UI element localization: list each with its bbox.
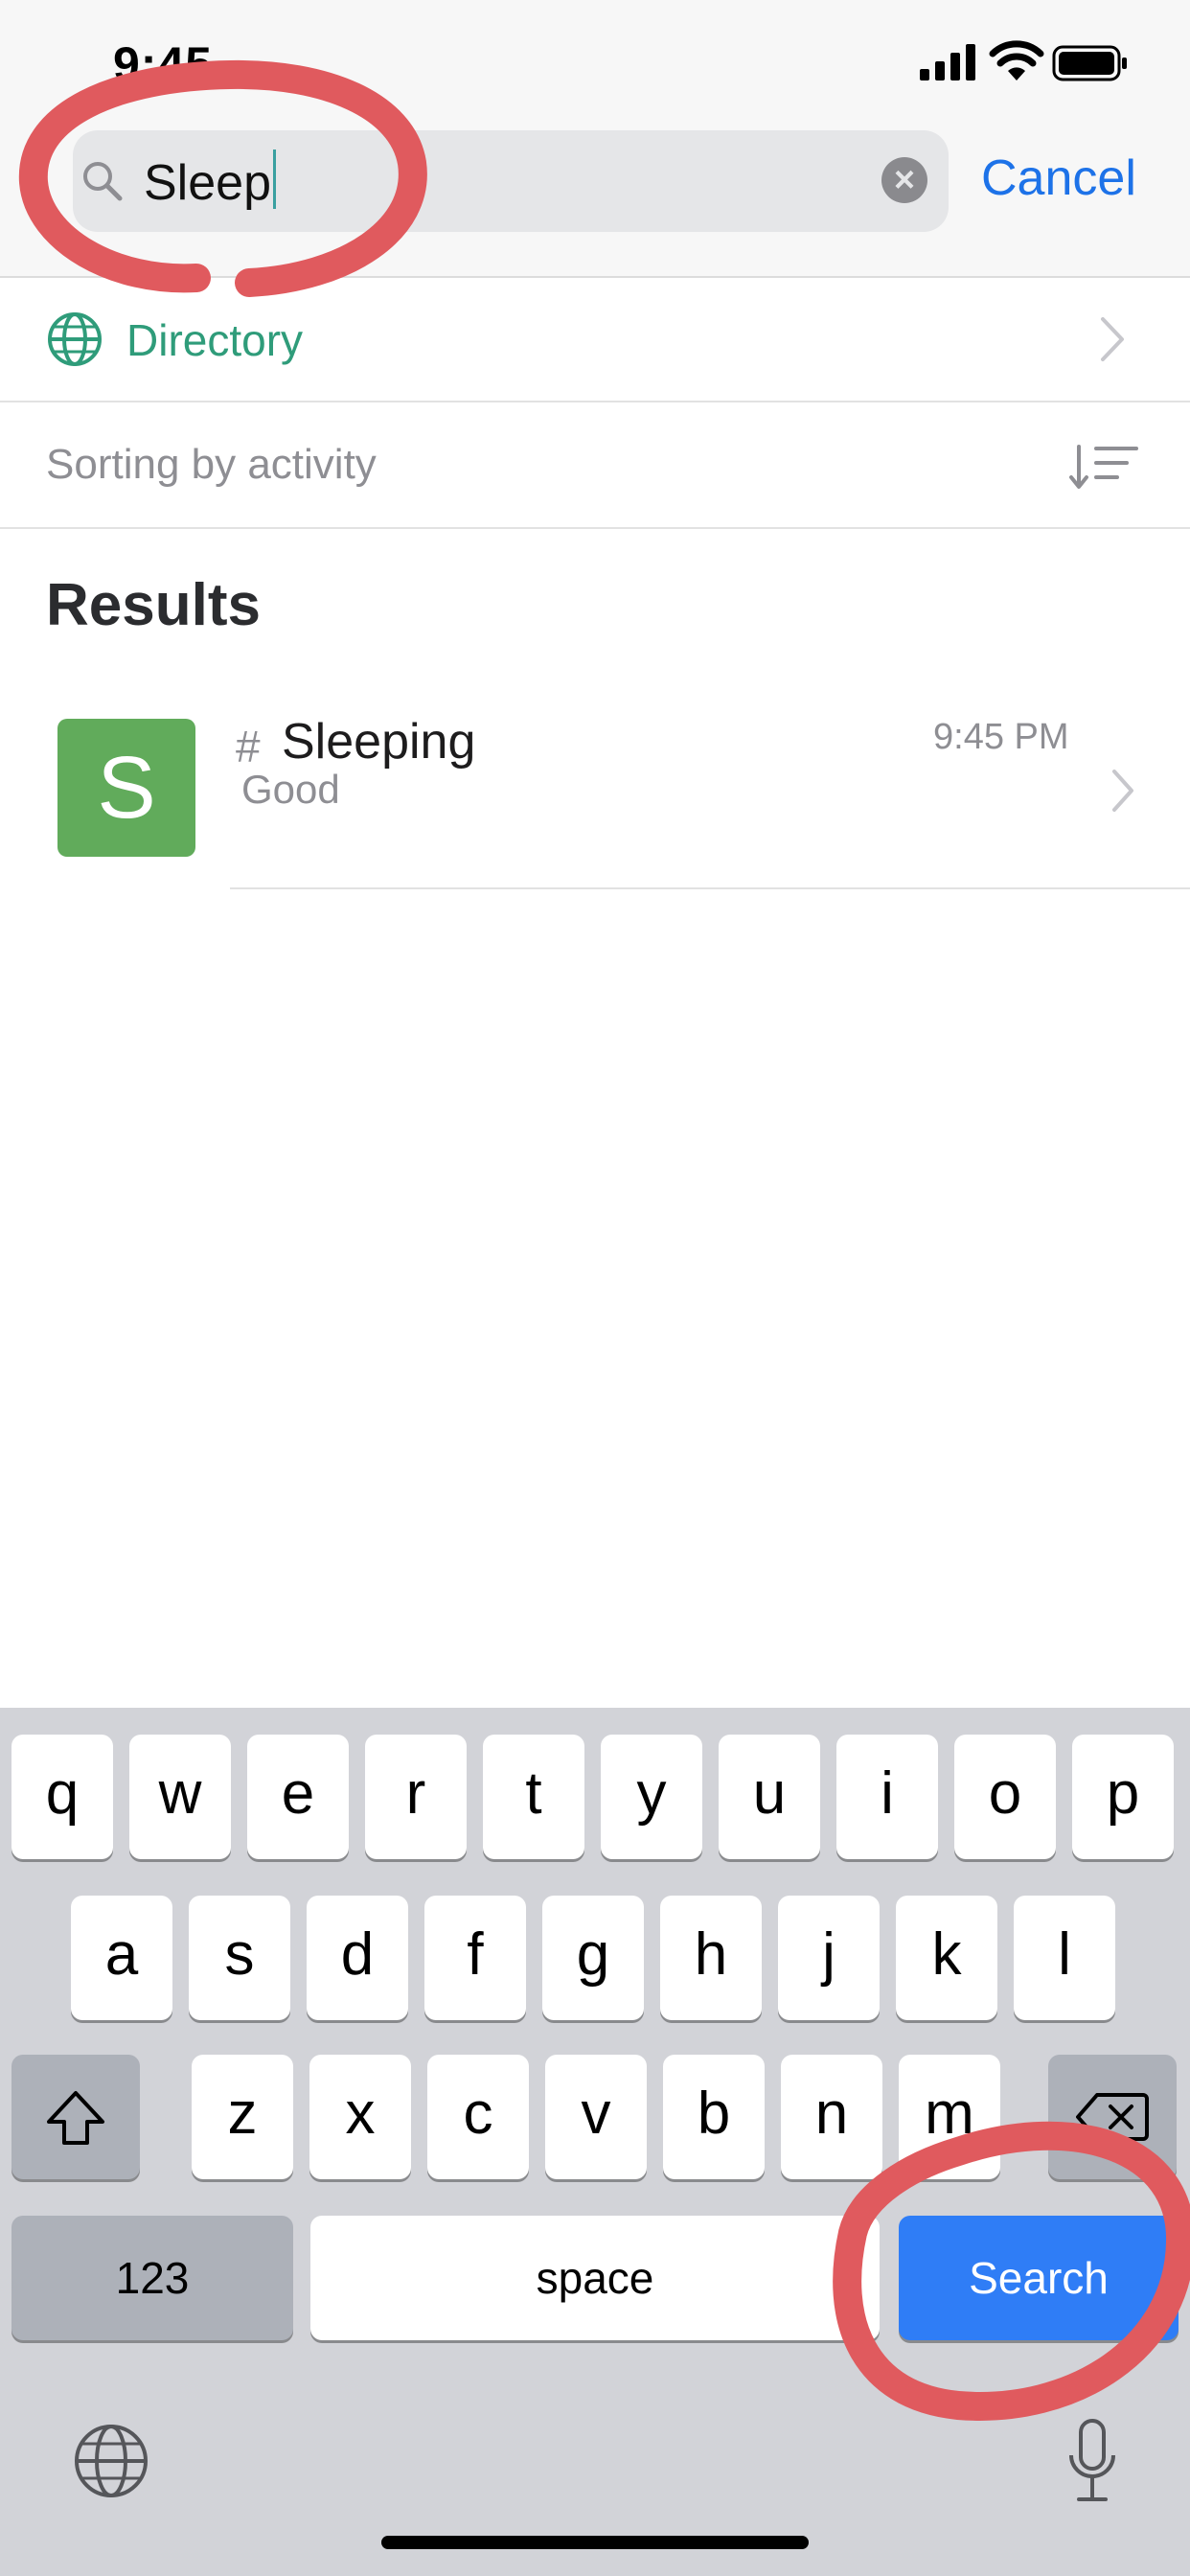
key-label: m <box>925 2081 974 2147</box>
key-label: w <box>158 1760 202 1827</box>
numbers-key[interactable]: 123 <box>11 2216 293 2340</box>
battery-icon <box>1052 45 1127 81</box>
key-label: v <box>581 2081 611 2147</box>
key-label: y <box>636 1760 667 1827</box>
key-c[interactable]: c <box>427 2055 529 2179</box>
text-caret <box>273 150 276 209</box>
key-r[interactable]: r <box>365 1735 467 1859</box>
key-label: e <box>281 1760 315 1827</box>
key-label: j <box>822 1921 835 1988</box>
key-h[interactable]: h <box>660 1896 762 2020</box>
key-label: x <box>345 2081 376 2147</box>
keyboard: q w e r t y u i o p a s d f g h j k l z x c v b n m 123 space S… <box>0 1708 1190 2576</box>
delete-icon <box>1076 2093 1149 2141</box>
key-label: l <box>1058 1921 1071 1988</box>
key-i[interactable]: i <box>836 1735 938 1859</box>
key-label: k <box>931 1921 962 1988</box>
directory-label: Directory <box>126 315 304 365</box>
key-b[interactable]: b <box>663 2055 765 2179</box>
key-label: z <box>227 2081 258 2147</box>
result-item-sleeping[interactable]: S # Sleeping Good 9:45 PM <box>0 700 1190 891</box>
space-key[interactable]: space <box>310 2216 880 2340</box>
chevron-right-icon <box>1101 317 1124 361</box>
shift-arrow-icon <box>47 2091 104 2145</box>
key-label: q <box>45 1760 80 1827</box>
key-w[interactable]: w <box>129 1735 231 1859</box>
globe-keyboard-icon[interactable] <box>73 2423 149 2499</box>
channel-hash-icon: # <box>236 722 261 771</box>
key-u[interactable]: u <box>719 1735 820 1859</box>
key-label: t <box>525 1760 542 1827</box>
key-f[interactable]: f <box>424 1896 526 2020</box>
cellular-signal-icon <box>920 44 975 80</box>
key-label: s <box>224 1921 255 1988</box>
chevron-right-icon <box>1112 770 1133 812</box>
key-d[interactable]: d <box>307 1896 408 2020</box>
key-l[interactable]: l <box>1014 1896 1115 2020</box>
key-g[interactable]: g <box>542 1896 644 2020</box>
globe-icon <box>48 312 102 366</box>
key-k[interactable]: k <box>896 1896 997 2020</box>
channel-subtitle: Good <box>241 767 340 812</box>
key-label: i <box>881 1760 894 1827</box>
sort-label: Sorting by activity <box>46 441 377 488</box>
search-key[interactable]: Search <box>899 2216 1179 2340</box>
key-label: o <box>988 1760 1022 1827</box>
key-j[interactable]: j <box>778 1896 880 2020</box>
sort-icon[interactable] <box>1069 443 1138 491</box>
key-v[interactable]: v <box>545 2055 647 2179</box>
key-m[interactable]: m <box>899 2055 1000 2179</box>
home-indicator <box>381 2536 809 2549</box>
key-label: u <box>752 1760 787 1827</box>
key-p[interactable]: p <box>1072 1735 1174 1859</box>
key-s[interactable]: s <box>189 1896 290 2020</box>
space-key-label: space <box>536 2253 654 2303</box>
key-x[interactable]: x <box>309 2055 411 2179</box>
key-label: n <box>814 2081 849 2147</box>
wifi-icon <box>989 40 1044 80</box>
divider <box>230 887 1190 889</box>
key-label: p <box>1106 1760 1140 1827</box>
sort-row[interactable]: Sorting by activity <box>0 402 1190 529</box>
key-label: f <box>467 1921 484 1988</box>
key-label: b <box>697 2081 731 2147</box>
key-label: c <box>463 2081 493 2147</box>
key-label: d <box>340 1921 375 1988</box>
key-z[interactable]: z <box>192 2055 293 2179</box>
results-heading: Results <box>46 572 261 638</box>
key-label: r <box>405 1760 426 1827</box>
search-query-text[interactable]: Sleep <box>144 150 276 212</box>
key-n[interactable]: n <box>781 2055 882 2179</box>
channel-avatar: S <box>57 719 195 857</box>
channel-name: Sleeping <box>282 714 476 770</box>
key-label: a <box>104 1921 139 1988</box>
numbers-key-label: 123 <box>115 2253 190 2303</box>
key-t[interactable]: t <box>483 1735 584 1859</box>
directory-row[interactable]: Directory <box>0 278 1190 402</box>
result-timestamp: 9:45 PM <box>933 717 1069 757</box>
search-icon <box>83 162 123 201</box>
microphone-icon[interactable] <box>1065 2417 1119 2505</box>
clear-search-icon[interactable]: × <box>881 157 927 203</box>
key-o[interactable]: o <box>954 1735 1056 1859</box>
backspace-key[interactable] <box>1048 2055 1177 2179</box>
search-key-label: Search <box>969 2253 1109 2303</box>
shift-key[interactable] <box>11 2055 140 2179</box>
status-time: 9:45 <box>113 37 214 91</box>
cancel-button[interactable]: Cancel <box>981 150 1136 207</box>
key-q[interactable]: q <box>11 1735 113 1859</box>
key-a[interactable]: a <box>71 1896 172 2020</box>
key-label: g <box>576 1921 610 1988</box>
key-y[interactable]: y <box>601 1735 702 1859</box>
key-e[interactable]: e <box>247 1735 349 1859</box>
key-label: h <box>694 1921 728 1988</box>
